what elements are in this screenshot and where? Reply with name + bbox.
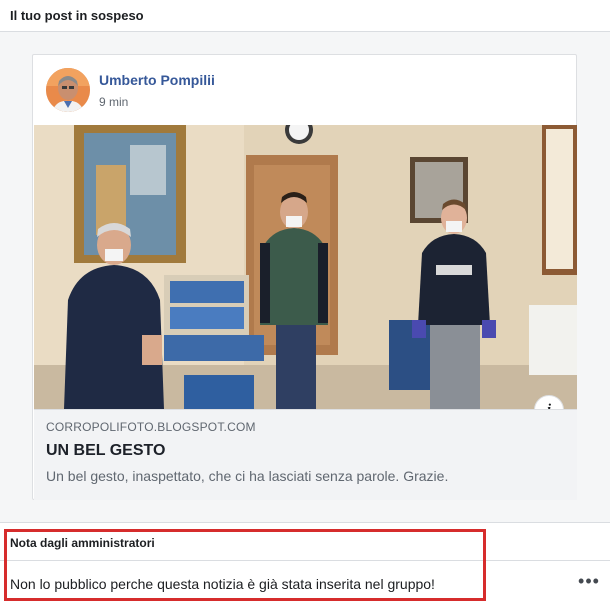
- people-in-room-photo-icon: [34, 125, 577, 409]
- avatar[interactable]: [46, 68, 90, 112]
- post-card: Umberto Pompilii 9 min CORROPOLIFOTO.BLO…: [32, 54, 577, 500]
- more-options-button[interactable]: •••: [576, 571, 602, 591]
- link-description: Un bel gesto, inaspettato, che ci ha las…: [46, 468, 449, 484]
- profile-photo-icon: [46, 68, 90, 112]
- link-preview[interactable]: CORROPOLIFOTO.BLOGSPOT.COM UN BEL GESTO …: [34, 409, 577, 500]
- post-preview-area: Umberto Pompilii 9 min CORROPOLIFOTO.BLO…: [0, 32, 610, 522]
- page-title: Il tuo post in sospeso: [10, 8, 144, 23]
- author-name-link[interactable]: Umberto Pompilii: [99, 72, 215, 88]
- admin-notes-section: Nota dagli amministratori Non lo pubblic…: [0, 522, 610, 602]
- link-title[interactable]: UN BEL GESTO: [46, 442, 165, 460]
- highlight-annotation-box: [4, 529, 486, 601]
- post-photo[interactable]: i: [34, 125, 577, 409]
- post-timestamp[interactable]: 9 min: [99, 95, 128, 109]
- pending-post-header: Il tuo post in sospeso: [0, 0, 610, 32]
- link-domain: CORROPOLIFOTO.BLOGSPOT.COM: [46, 420, 256, 434]
